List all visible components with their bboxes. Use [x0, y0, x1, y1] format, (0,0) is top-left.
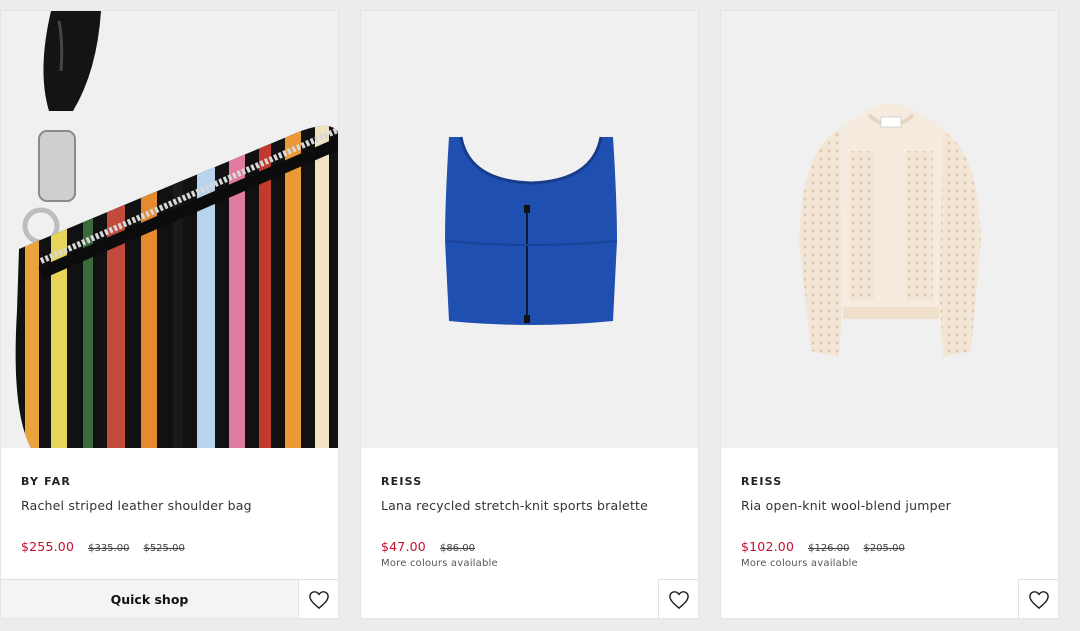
- sale-price: $255.00: [21, 539, 75, 554]
- was-price: $126.00: [808, 543, 850, 554]
- more-colours-note: More colours available: [741, 558, 858, 569]
- product-name[interactable]: Ria open-knit wool-blend jumper: [741, 498, 951, 513]
- quick-shop-button[interactable]: Quick shop: [1, 579, 299, 618]
- product-image[interactable]: [721, 11, 1058, 448]
- wishlist-button[interactable]: [298, 579, 338, 618]
- heart-outline-icon: [308, 590, 329, 609]
- sale-price: $102.00: [741, 539, 795, 554]
- product-name[interactable]: Lana recycled stretch-knit sports bralet…: [381, 498, 648, 513]
- product-card[interactable]: BY FAR Rachel striped leather shoulder b…: [0, 10, 339, 619]
- wishlist-button[interactable]: [1018, 579, 1058, 618]
- product-image[interactable]: [1, 11, 338, 448]
- original-price: $205.00: [863, 543, 905, 554]
- product-prices: $255.00 $335.00 $525.00: [21, 539, 185, 554]
- product-card[interactable]: REISS Lana recycled stretch-knit sports …: [360, 10, 699, 619]
- product-brand: REISS: [741, 475, 783, 488]
- product-brand: BY FAR: [21, 475, 72, 488]
- striped-shoulder-bag-image: [15, 11, 338, 448]
- product-name[interactable]: Rachel striped leather shoulder bag: [21, 498, 252, 513]
- heart-outline-icon: [668, 590, 689, 609]
- product-prices: $102.00 $126.00 $205.00: [741, 539, 905, 554]
- was-price: $335.00: [88, 543, 130, 554]
- sale-price: $47.00: [381, 539, 426, 554]
- cream-jumper-image: [799, 103, 981, 357]
- more-colours-note: More colours available: [381, 558, 498, 569]
- product-image[interactable]: [361, 11, 698, 448]
- product-card[interactable]: REISS Ria open-knit wool-blend jumper $1…: [720, 10, 1059, 619]
- product-prices: $47.00 $86.00: [381, 539, 475, 554]
- was-price: $86.00: [439, 543, 475, 554]
- product-grid: BY FAR Rachel striped leather shoulder b…: [0, 0, 1080, 631]
- product-brand: REISS: [381, 475, 423, 488]
- wishlist-button[interactable]: [658, 579, 698, 618]
- blue-bralette-image: [445, 136, 618, 325]
- heart-outline-icon: [1028, 590, 1049, 609]
- original-price: $525.00: [143, 543, 185, 554]
